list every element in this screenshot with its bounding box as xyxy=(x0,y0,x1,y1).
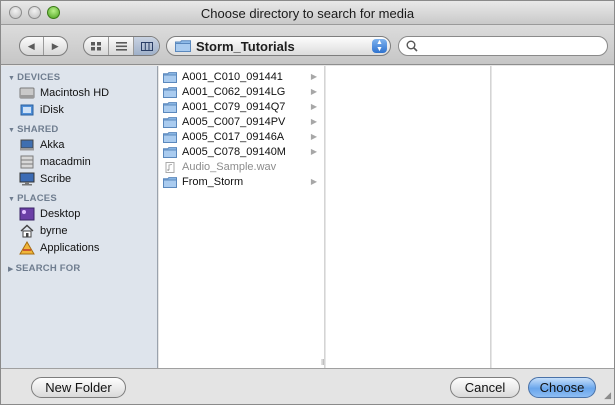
list-view-button[interactable] xyxy=(109,37,134,55)
list-item[interactable]: A001_C079_0914Q7 ▶ xyxy=(163,100,321,114)
forward-button[interactable]: ▶ xyxy=(44,37,67,55)
chevron-right-icon: ▶ xyxy=(310,132,317,141)
folder-icon xyxy=(163,131,177,143)
idisk-icon xyxy=(20,104,34,116)
list-item[interactable]: A001_C062_0914LG ▶ xyxy=(163,85,321,99)
folder-icon xyxy=(163,146,177,158)
monitor-icon xyxy=(19,172,35,186)
choose-directory-dialog: Choose directory to search for media ◀ ▶ xyxy=(0,0,615,405)
sidebar-item-byrne[interactable]: byrne xyxy=(19,223,68,239)
updown-arrows-icon: ▲ ▼ xyxy=(372,39,387,53)
browser-column-1: A001_C010_091441 ▶ A001_C062_0914LG ▶ A0… xyxy=(159,66,325,368)
location-label: Storm_Tutorials xyxy=(196,38,295,54)
applications-icon xyxy=(19,241,35,255)
icon-view-button[interactable] xyxy=(84,37,109,55)
window-title: Choose directory to search for media xyxy=(200,6,415,21)
sidebar: ▼ DEVICES Macintosh HD iDisk ▼ SHARED Akk xyxy=(1,66,158,368)
server-icon xyxy=(20,155,34,169)
new-folder-button[interactable]: New Folder xyxy=(31,377,126,398)
sidebar-item-applications[interactable]: Applications xyxy=(19,240,99,256)
home-icon xyxy=(20,224,34,238)
sidebar-item-macadmin[interactable]: macadmin xyxy=(19,154,91,170)
sidebar-item-akka[interactable]: Akka xyxy=(19,137,64,153)
forward-arrow-icon: ▶ xyxy=(51,40,59,51)
chevron-right-icon: ▶ xyxy=(310,117,317,126)
column-view-icon xyxy=(140,41,153,51)
list-item[interactable]: A005_C078_09140M ▶ xyxy=(163,145,321,159)
bottom-bar: New Folder Cancel Choose ◢ xyxy=(1,368,614,404)
sidebar-item-desktop[interactable]: Desktop xyxy=(19,206,80,222)
search-field[interactable] xyxy=(398,36,608,56)
folder-icon xyxy=(163,116,177,128)
list-item[interactable]: Audio_Sample.wav xyxy=(163,160,321,174)
icon-view-icon xyxy=(90,41,101,50)
chevron-right-icon: ▶ xyxy=(310,177,317,186)
folder-icon xyxy=(175,40,191,52)
list-item[interactable]: From_Storm ▶ xyxy=(163,175,321,189)
computer-icon xyxy=(20,139,34,151)
folder-icon xyxy=(163,101,177,113)
list-item[interactable]: A001_C010_091441 ▶ xyxy=(163,70,321,84)
folder-icon xyxy=(163,176,177,188)
column-resize-handle[interactable]: ‖ xyxy=(321,358,324,367)
desktop-icon xyxy=(19,207,35,221)
disclosure-open-icon: ▼ xyxy=(8,196,16,203)
list-item[interactable]: A005_C007_0914PV ▶ xyxy=(163,115,321,129)
window-resize-grip-icon[interactable]: ◢ xyxy=(604,390,611,401)
back-arrow-icon: ◀ xyxy=(27,40,35,51)
hard-drive-icon xyxy=(19,87,35,99)
search-icon xyxy=(406,40,418,52)
folder-icon xyxy=(163,71,177,83)
back-button[interactable]: ◀ xyxy=(20,37,44,55)
folder-icon xyxy=(163,86,177,98)
disclosure-closed-icon: ▶ xyxy=(8,266,14,273)
toolbar: ◀ ▶ Storm_Tutorials ▲ ▼ xyxy=(1,25,614,65)
sidebar-item-scribe[interactable]: Scribe xyxy=(19,171,71,187)
chevron-right-icon: ▶ xyxy=(310,147,317,156)
column-view-button[interactable] xyxy=(134,37,159,55)
chevron-right-icon: ▶ xyxy=(310,102,317,111)
history-navigation: ◀ ▶ xyxy=(19,36,68,56)
disclosure-open-icon: ▼ xyxy=(8,127,16,134)
list-item[interactable]: A005_C017_09146A ▶ xyxy=(163,130,321,144)
chevron-right-icon: ▶ xyxy=(310,87,317,96)
disclosure-open-icon: ▼ xyxy=(8,75,16,82)
title-bar: Choose directory to search for media xyxy=(1,1,614,25)
sidebar-section-search-for[interactable]: ▶ SEARCH FOR xyxy=(8,263,80,274)
list-view-icon xyxy=(115,41,127,51)
location-popup[interactable]: Storm_Tutorials ▲ ▼ xyxy=(166,36,391,56)
sidebar-section-devices[interactable]: ▼ DEVICES xyxy=(8,72,60,83)
cancel-button[interactable]: Cancel xyxy=(450,377,520,398)
choose-button[interactable]: Choose xyxy=(528,377,596,398)
view-mode-switcher xyxy=(83,36,160,56)
sidebar-section-shared[interactable]: ▼ SHARED xyxy=(8,124,58,135)
chevron-right-icon: ▶ xyxy=(310,72,317,81)
browser-column-3 xyxy=(492,66,614,368)
browser-column-2 xyxy=(326,66,491,368)
sidebar-item-idisk[interactable]: iDisk xyxy=(19,102,64,118)
sidebar-section-places[interactable]: ▼ PLACES xyxy=(8,193,57,204)
sidebar-item-macintosh-hd[interactable]: Macintosh HD xyxy=(19,85,109,101)
audio-file-icon xyxy=(165,161,175,173)
